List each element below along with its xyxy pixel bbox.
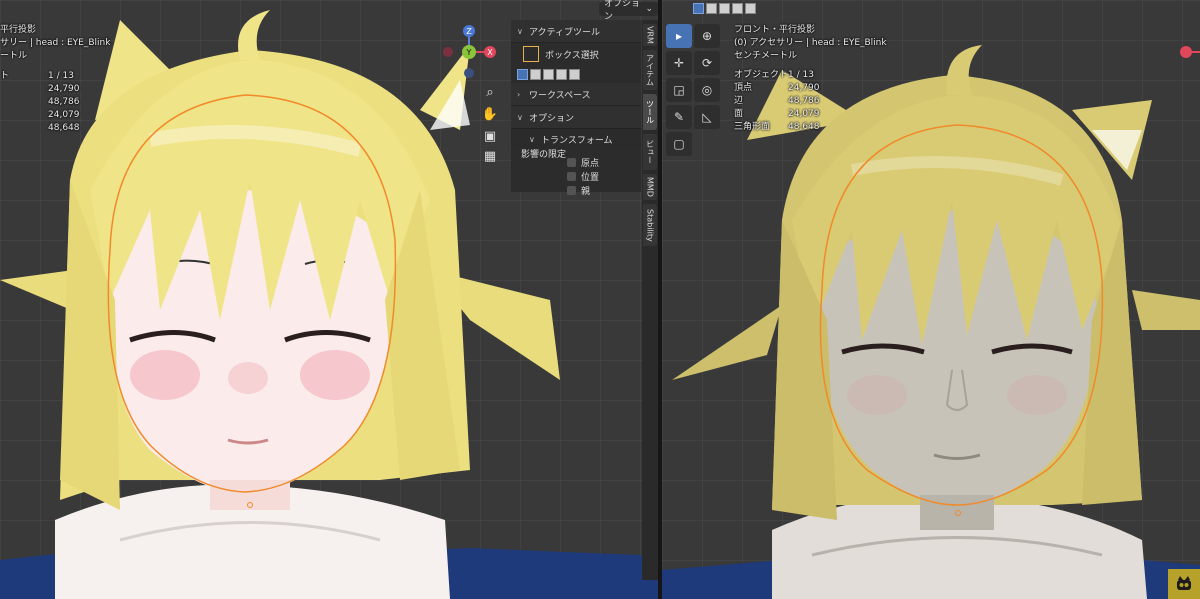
svg-text:Y: Y [466,48,472,57]
box-select-icon [523,46,539,62]
measure-icon[interactable]: ◺ [694,105,720,129]
transform-icon[interactable]: ◎ [694,78,720,102]
active-object: (0) アクセサリー | head : EYE_Blink [734,38,887,48]
scale-icon[interactable]: ◲ [666,78,692,102]
mode-intersect-icon[interactable] [569,68,580,80]
unit-system: ートル [0,51,28,61]
stat-tris: 三角形面 48,648 [734,122,820,132]
mode-subtract-icon[interactable] [719,3,730,14]
tool-box-select[interactable]: ボックス選択 [511,43,641,65]
tab-tool[interactable]: ツール [643,94,657,130]
active-object: サリー | head : EYE_Blink [0,38,111,48]
viewport-info-left: 平行投影 サリー | head : EYE_Blink ートル [0,24,110,63]
sidebar-tabs: VRM アイテム ツール ビュー MMD Stability [642,20,658,580]
options-dropdown[interactable]: オプション ⌄ [599,0,658,22]
mode-new-icon[interactable] [517,68,528,80]
mode-new-icon[interactable] [693,3,704,14]
checkbox[interactable] [567,157,576,167]
rotate-icon[interactable]: ⟳ [694,51,720,75]
stat-edges: 48,786 [48,97,80,107]
viewport-right[interactable]: ▸ ⊕ ✛ ⟳ ◲ ◎ ✎ ◺ ▢ フロント・平行投影 (0) アクセサリー |… [662,0,1200,599]
mode-subtract-icon[interactable] [543,68,554,80]
stats-left: ト 1 / 13 24,790 48,786 24,079 48,648 [0,70,80,135]
mode-extend-icon[interactable] [530,68,541,80]
chevron-right-icon: › [517,89,521,99]
viewport-info-right: フロント・平行投影 (0) アクセサリー | head : EYE_Blink … [734,24,887,63]
viewport-left[interactable]: 平行投影 サリー | head : EYE_Blink ートル ト 1 / 13… [0,0,658,599]
stat-verts: 頂点 24,790 [734,83,820,93]
affect-only-label: 影響の限定 [521,150,567,160]
cursor-icon[interactable]: ⊕ [694,24,720,48]
checkbox[interactable] [567,185,576,195]
app-logo-icon [1168,569,1200,599]
checkbox-parent[interactable]: 親 [511,183,641,197]
move-icon[interactable]: ✛ [666,51,692,75]
mode-intersect-icon[interactable] [745,3,756,14]
axis-gizmo-partial[interactable] [1174,40,1200,70]
tab-mmd[interactable]: MMD [643,174,657,200]
view-name: フロント・平行投影 [734,25,816,35]
stat-objects: オブジェクト 1 / 13 [734,70,814,80]
mode-invert-icon[interactable] [556,68,567,80]
chevron-down-icon: ∨ [517,112,523,122]
panel-workspace-header[interactable]: › ワークスペース [511,83,641,106]
unit-system: センチメートル [734,51,798,61]
svg-text:X: X [487,48,493,57]
blender-window: 平行投影 サリー | head : EYE_Blink ートル ト 1 / 13… [0,0,1200,599]
panel-active-tool-header[interactable]: ∨ アクティブツール [511,20,641,43]
checkbox-location[interactable]: 位置 [511,169,641,183]
tab-item[interactable]: アイテム [643,50,657,90]
hand-icon[interactable]: ✋ [480,104,500,124]
stat-verts: 24,790 [48,84,80,94]
annotate-icon[interactable]: ✎ [666,105,692,129]
stat-faces: 面 24,079 [734,109,820,119]
chevron-down-icon: ∨ [529,134,535,144]
stat-objects: ト 1 / 13 [0,71,74,81]
view-name: 平行投影 [0,25,37,35]
tab-stability[interactable]: Stability [643,204,657,246]
panel-options-header[interactable]: ∨ オプション [511,106,641,129]
sidebar-panel: ∨ アクティブツール ボックス選択 › ワークスペース ∨ オプション ∨ トラ… [511,20,641,197]
panel-transform-header[interactable]: ∨ トランスフォーム [511,129,641,149]
stats-right: オブジェクト 1 / 13 頂点 24,790 辺 48,786 面 24,079 三… [734,69,820,134]
add-cube-icon[interactable]: ▢ [666,132,692,156]
svg-text:Z: Z [466,27,472,36]
grid-icon[interactable]: ▦ [480,146,500,166]
axis-gizmo[interactable]: Z Y X [443,22,501,80]
chevron-down-icon: ∨ [517,26,523,36]
stat-tris: 48,648 [48,123,80,133]
mode-invert-icon[interactable] [732,3,743,14]
select-mode-buttons [511,65,641,83]
chevron-down-icon: ⌄ [645,4,653,14]
select-cursor-icon[interactable]: ▸ [666,24,692,48]
tab-vrm[interactable]: VRM [643,24,657,46]
stat-faces: 24,079 [48,110,80,120]
stat-edges: 辺 48,786 [734,96,820,106]
zoom-icon[interactable]: ⌕ [480,82,500,102]
checkbox[interactable] [567,171,576,181]
select-mode-header [693,3,756,14]
tab-view[interactable]: ビュー [643,134,657,170]
camera-icon[interactable]: ▣ [480,126,500,146]
mode-extend-icon[interactable] [706,3,717,14]
